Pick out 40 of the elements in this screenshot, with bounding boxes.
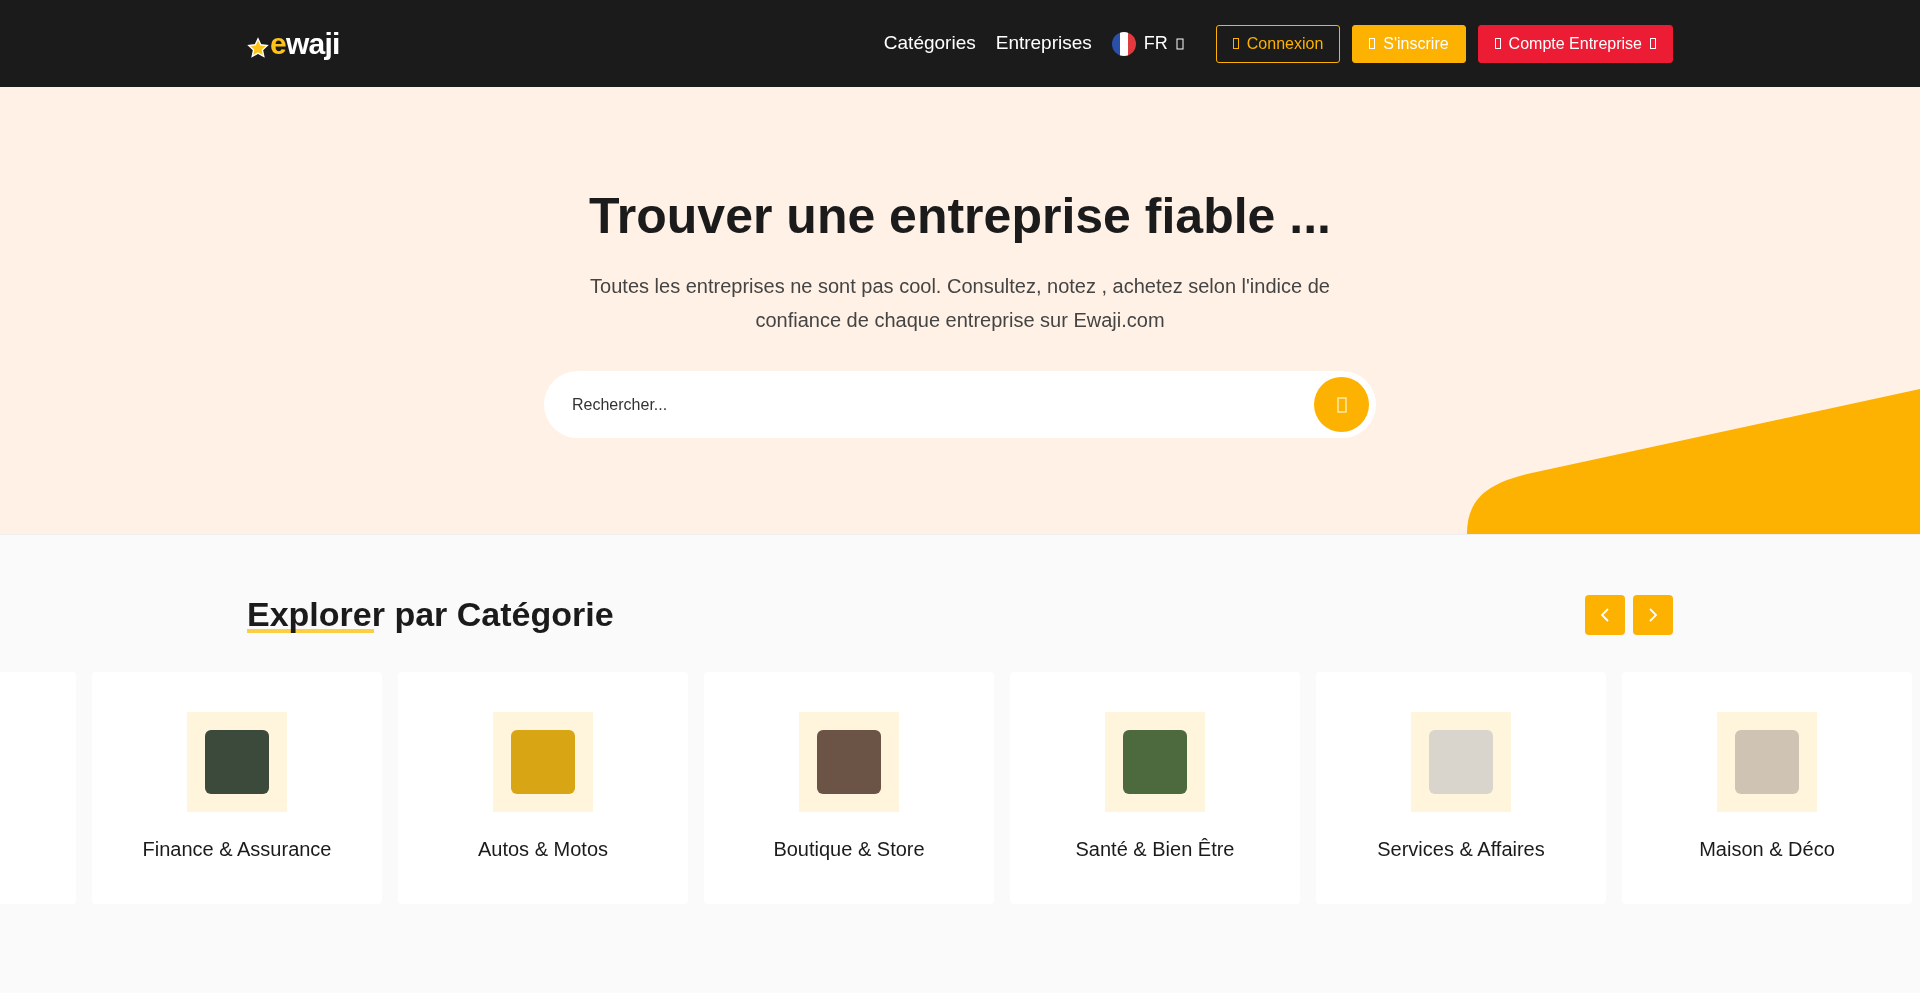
business-account-button[interactable]: Compte Entreprise — [1477, 24, 1673, 63]
category-card[interactable]: Services & Affaires — [1316, 672, 1606, 904]
language-selector[interactable]: FR — [1111, 30, 1184, 57]
photo-placeholder — [511, 730, 575, 794]
section-title: Explorer par Catégorie — [247, 594, 614, 635]
glyph-placeholder-icon — [1336, 396, 1347, 413]
next-button[interactable] — [1633, 594, 1673, 635]
hero-subtitle: Toutes les entreprises ne sont pas cool. Consultez, notez , achetez selon l'indice de confiance de chaque entreprise sur Ewaji.com — [590, 274, 1330, 333]
category-label: Santé & Bien Être — [1075, 837, 1235, 862]
category-card[interactable]: Finance & Assurance — [92, 672, 382, 904]
category-label: Autos & Motos — [477, 837, 609, 862]
glyph-placeholder-icon — [1650, 38, 1656, 49]
star-icon — [247, 36, 269, 59]
flag-icon — [1111, 31, 1136, 56]
chevron-left-icon — [1600, 606, 1610, 623]
category-label: Finance & Assurance — [142, 837, 332, 862]
photo-placeholder — [817, 730, 881, 794]
chevron-right-icon — [1648, 606, 1658, 623]
nav-link[interactable]: Catégories — [883, 29, 976, 58]
photo-placeholder — [1123, 730, 1187, 794]
logo[interactable]: ewaji — [247, 28, 340, 59]
search-field[interactable]: Rechercher... — [544, 371, 1376, 438]
photo-placeholder — [1429, 730, 1493, 794]
category-label: Maison & Déco — [1699, 837, 1835, 862]
glyph-placeholder-icon — [1369, 38, 1376, 49]
login-button[interactable]: Connexion — [1215, 24, 1341, 63]
photo-placeholder — [205, 730, 269, 794]
glyph-placeholder-icon — [1232, 38, 1239, 49]
category-label: Boutique & Store — [773, 837, 925, 862]
glyph-placeholder-icon — [1494, 38, 1501, 49]
hero-title: Trouver une entreprise fiable ... — [589, 191, 1331, 241]
category-label: Services & Affaires — [1377, 837, 1545, 862]
category-card[interactable]: Boutique & Store — [704, 672, 994, 904]
previous-button[interactable] — [1585, 594, 1625, 635]
category-card[interactable]: Maison & Déco — [1622, 672, 1912, 904]
nav-link[interactable]: Entreprises — [995, 29, 1092, 58]
photo-placeholder — [1735, 730, 1799, 794]
category-card[interactable]: Autos & Motos — [398, 672, 688, 904]
category-card[interactable]: Santé & Bien Être — [1010, 672, 1300, 904]
glyph-placeholder-icon — [1175, 37, 1184, 50]
